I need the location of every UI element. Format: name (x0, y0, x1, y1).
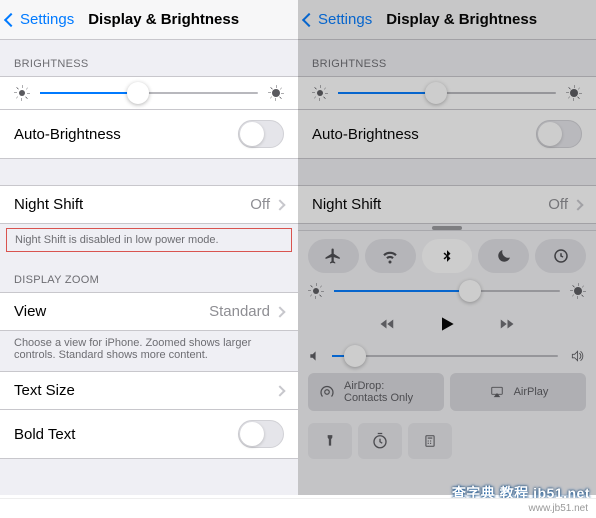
chevron-right-icon (572, 199, 583, 210)
moon-icon (495, 247, 513, 265)
rewind-icon (375, 315, 401, 333)
sun-dim-icon (312, 85, 328, 101)
back-button[interactable]: Settings (6, 11, 74, 28)
brightness-track[interactable] (338, 92, 556, 94)
flashlight-button[interactable] (308, 423, 352, 459)
bold-text-label: Bold Text (14, 426, 75, 443)
volume-low-icon (308, 349, 322, 363)
brightness-slider-row[interactable] (0, 76, 298, 110)
view-label: View (14, 303, 46, 320)
airdrop-icon (318, 383, 336, 401)
timer-button[interactable] (358, 423, 402, 459)
prev-track-button[interactable] (375, 315, 401, 333)
chevron-right-icon (274, 306, 285, 317)
play-icon (437, 313, 457, 335)
cc-brightness-slider[interactable] (308, 283, 586, 299)
sun-bright-icon (566, 85, 582, 101)
auto-brightness-row[interactable]: Auto-Brightness (0, 110, 298, 159)
section-header-brightness: BRIGHTNESS (0, 40, 298, 76)
airplay-icon (488, 385, 506, 399)
auto-brightness-label: Auto-Brightness (14, 126, 121, 143)
auto-brightness-toggle[interactable] (536, 120, 582, 148)
auto-brightness-toggle[interactable] (238, 120, 284, 148)
back-button[interactable]: Settings (304, 11, 372, 28)
section-header-zoom: DISPLAY ZOOM (0, 256, 298, 292)
airplay-tile[interactable]: AirPlay (450, 373, 586, 411)
control-center: AirDrop:Contacts Only AirPlay (298, 230, 596, 495)
chevron-right-icon (274, 385, 285, 396)
airplane-toggle[interactable] (308, 239, 359, 273)
night-shift-value: Off (250, 196, 270, 213)
media-controls (308, 309, 586, 339)
calculator-button[interactable] (408, 423, 452, 459)
night-shift-row[interactable]: Night Shift Off (298, 185, 596, 224)
brightness-slider-row[interactable] (298, 76, 596, 110)
volume-high-icon (568, 349, 586, 363)
next-track-button[interactable] (493, 315, 519, 333)
airdrop-sub: Contacts Only (344, 392, 413, 404)
chevron-left-icon (302, 12, 316, 26)
airdrop-tile[interactable]: AirDrop:Contacts Only (308, 373, 444, 411)
sun-bright-icon (268, 85, 284, 101)
wifi-toggle[interactable] (365, 239, 416, 273)
text-size-label: Text Size (14, 382, 75, 399)
chevron-right-icon (274, 199, 285, 210)
flashlight-icon (323, 432, 337, 450)
back-label: Settings (20, 11, 74, 28)
section-header-brightness: BRIGHTNESS (298, 40, 596, 76)
cc-volume-slider[interactable] (308, 349, 586, 363)
calculator-icon (423, 432, 437, 450)
nav-bar: Settings Display & Brightness (298, 0, 596, 40)
view-footer: Choose a view for iPhone. Zoomed shows l… (0, 331, 298, 371)
wifi-icon (381, 247, 399, 265)
bluetooth-toggle[interactable] (422, 239, 473, 273)
sun-bright-icon (570, 283, 586, 299)
sun-dim-icon (14, 85, 30, 101)
cc-bottom-row (308, 421, 586, 459)
nav-bar: Settings Display & Brightness (0, 0, 298, 40)
cc-toggle-row (308, 239, 586, 273)
play-button[interactable] (437, 313, 457, 335)
rotation-lock-toggle[interactable] (535, 239, 586, 273)
forward-icon (493, 315, 519, 333)
text-size-row[interactable]: Text Size (0, 371, 298, 410)
night-shift-label: Night Shift (14, 196, 83, 213)
page-title: Display & Brightness (386, 11, 537, 28)
back-label: Settings (318, 11, 372, 28)
dnd-toggle[interactable] (478, 239, 529, 273)
night-shift-row[interactable]: Night Shift Off (0, 185, 298, 224)
view-row[interactable]: View Standard (0, 292, 298, 331)
chevron-left-icon (4, 12, 18, 26)
settings-panel-left: Settings Display & Brightness BRIGHTNESS… (0, 0, 298, 495)
brightness-track[interactable] (40, 92, 258, 94)
view-value: Standard (209, 303, 270, 320)
page-title: Display & Brightness (88, 11, 239, 28)
rotation-lock-icon (552, 247, 570, 265)
airplay-label: AirPlay (514, 386, 549, 398)
night-shift-footer: Night Shift is disabled in low power mod… (6, 228, 292, 252)
bold-text-row[interactable]: Bold Text (0, 410, 298, 459)
bluetooth-icon (440, 247, 454, 265)
timer-icon (371, 432, 389, 450)
auto-brightness-row[interactable]: Auto-Brightness (298, 110, 596, 159)
settings-panel-right: Settings Display & Brightness BRIGHTNESS… (298, 0, 596, 495)
bold-text-toggle[interactable] (238, 420, 284, 448)
image-credit: www.jb51.net (0, 498, 596, 518)
sun-dim-icon (308, 283, 324, 299)
airdrop-title: AirDrop: (344, 380, 413, 392)
airplane-icon (324, 247, 342, 265)
